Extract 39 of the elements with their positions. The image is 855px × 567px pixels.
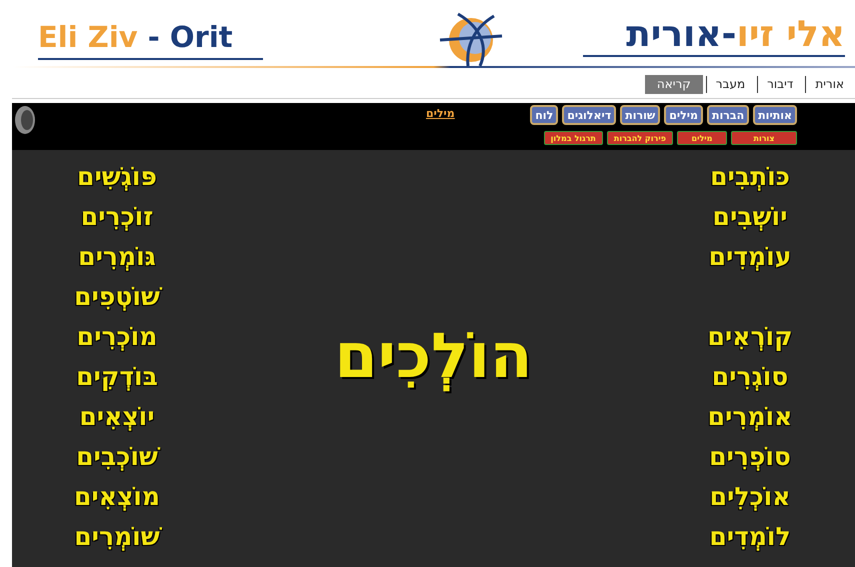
globe-logo-icon: [438, 12, 504, 68]
category-button[interactable]: הברות: [706, 105, 750, 125]
word: אוֹכְלִים: [710, 481, 790, 513]
word: כּוֹתְבִים: [710, 161, 790, 193]
word: מוֹכְרִים: [76, 321, 158, 353]
word: שׁוֹכְבִים: [76, 438, 158, 478]
exercise-button[interactable]: צורות: [731, 131, 797, 145]
word: פּוֹגְשִׁים: [77, 161, 157, 193]
exercise-button[interactable]: פירוק להברות: [606, 131, 673, 145]
word: סוֹפְרִים: [709, 441, 791, 473]
nav-tab[interactable]: דיבור: [757, 76, 802, 92]
category-button[interactable]: דיאלוגים: [562, 105, 616, 125]
word: לוֹמְדִים: [709, 521, 791, 553]
speaker-icon[interactable]: [14, 105, 36, 135]
word: בּוֹדְקִים: [76, 361, 158, 393]
word: יוֹצְאִים: [79, 401, 155, 433]
word: סוֹגְרִים: [712, 361, 788, 393]
word: שׁוֹמְרִים: [74, 521, 160, 553]
category-button[interactable]: שורות: [620, 105, 660, 125]
category-button[interactable]: לוח: [530, 105, 558, 125]
words-link[interactable]: מילים: [426, 107, 455, 120]
nav-tab[interactable]: קריאה: [644, 74, 703, 94]
word: עוֹמְדִים: [708, 241, 792, 273]
word: אוֹמְרִים: [708, 401, 792, 433]
category-button[interactable]: מילים: [664, 105, 703, 125]
word: קוֹרְאִים: [707, 321, 792, 353]
nav-tab[interactable]: מעבר: [706, 76, 754, 92]
word: שׁוֹטְפִים: [74, 278, 160, 318]
word: זוֹכְרִים: [80, 201, 154, 233]
word: מוֹצְאִים: [74, 481, 160, 513]
word: גּוֹמְרִים: [78, 241, 156, 273]
logo-text: Eli Ziv - Orit: [38, 20, 263, 60]
logo-text: אלי זיו-אורית: [583, 14, 845, 57]
featured-word: הוֹלְכִים: [334, 318, 532, 392]
category-button[interactable]: אותיות: [753, 105, 797, 125]
exercise-button[interactable]: מילים: [677, 131, 727, 145]
exercise-button[interactable]: תרגול במלון: [544, 131, 603, 145]
nav-tab[interactable]: אורית: [805, 76, 853, 92]
word: יוֹשְׁבִים: [712, 201, 788, 233]
